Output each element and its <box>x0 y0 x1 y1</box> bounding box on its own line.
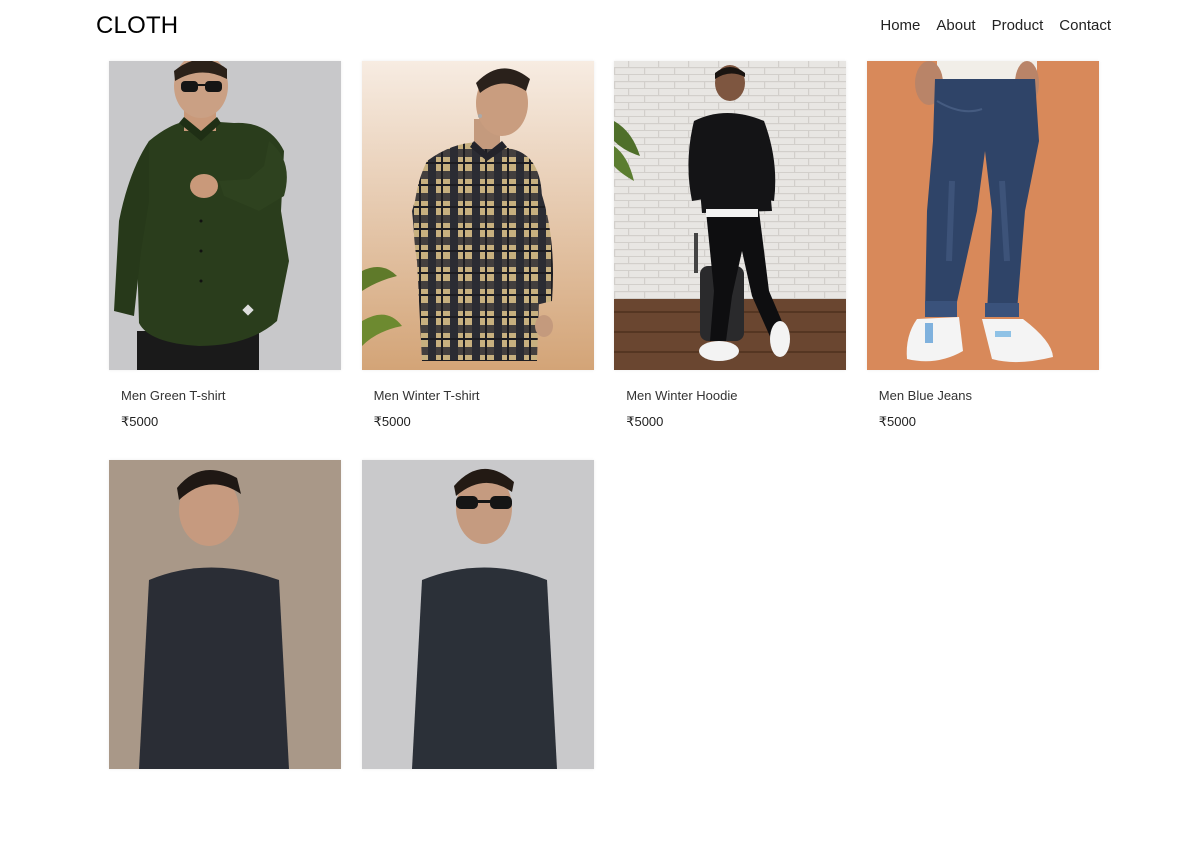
product-price: ₹5000 <box>878 414 916 429</box>
product-info <box>109 769 341 843</box>
nav-contact-link[interactable]: Contact <box>1059 17 1111 34</box>
product-info <box>362 769 594 843</box>
product-grid: Men Green T-shirt ₹5000 Men Winter T-shi… <box>109 61 1099 843</box>
product-info: Men Green T-shirt ₹5000 <box>109 370 341 444</box>
product-card[interactable] <box>361 460 594 843</box>
nav-home-link[interactable]: Home <box>880 17 920 34</box>
product-info: Men Blue Jeans ₹5000 <box>867 370 1099 444</box>
product-price: ₹5000 <box>626 414 664 429</box>
product-price: ₹5000 <box>121 414 159 429</box>
product-image[interactable] <box>361 61 594 370</box>
product-title: Men Blue Jeans <box>878 388 973 403</box>
product-card[interactable]: Men Green T-shirt ₹5000 <box>109 61 341 444</box>
product-price: ₹5000 <box>373 414 411 429</box>
product-image[interactable] <box>614 61 847 370</box>
product-card[interactable]: Men Blue Jeans ₹5000 <box>866 61 1099 444</box>
product-card[interactable]: Men Winter Hoodie ₹5000 <box>614 61 847 444</box>
product-title: Men Winter Hoodie <box>626 388 738 403</box>
product-title: Men Winter T-shirt <box>373 388 480 403</box>
product-image[interactable] <box>361 460 594 769</box>
brand-logo[interactable]: CLOTH <box>96 12 178 40</box>
navbar: CLOTH Home About Product Contact <box>0 0 1200 52</box>
nav-product-link[interactable]: Product <box>992 17 1044 34</box>
nav-links: Home About Product Contact <box>880 17 1111 34</box>
product-image[interactable] <box>109 460 341 769</box>
product-info: Men Winter T-shirt ₹5000 <box>362 370 594 444</box>
product-card[interactable] <box>109 460 341 843</box>
product-card[interactable]: Men Winter T-shirt ₹5000 <box>361 61 594 444</box>
product-title: Men Green T-shirt <box>121 388 226 403</box>
product-image[interactable] <box>109 61 341 370</box>
product-info: Men Winter Hoodie ₹5000 <box>614 370 846 444</box>
product-image[interactable] <box>866 61 1099 370</box>
nav-about-link[interactable]: About <box>936 17 975 34</box>
